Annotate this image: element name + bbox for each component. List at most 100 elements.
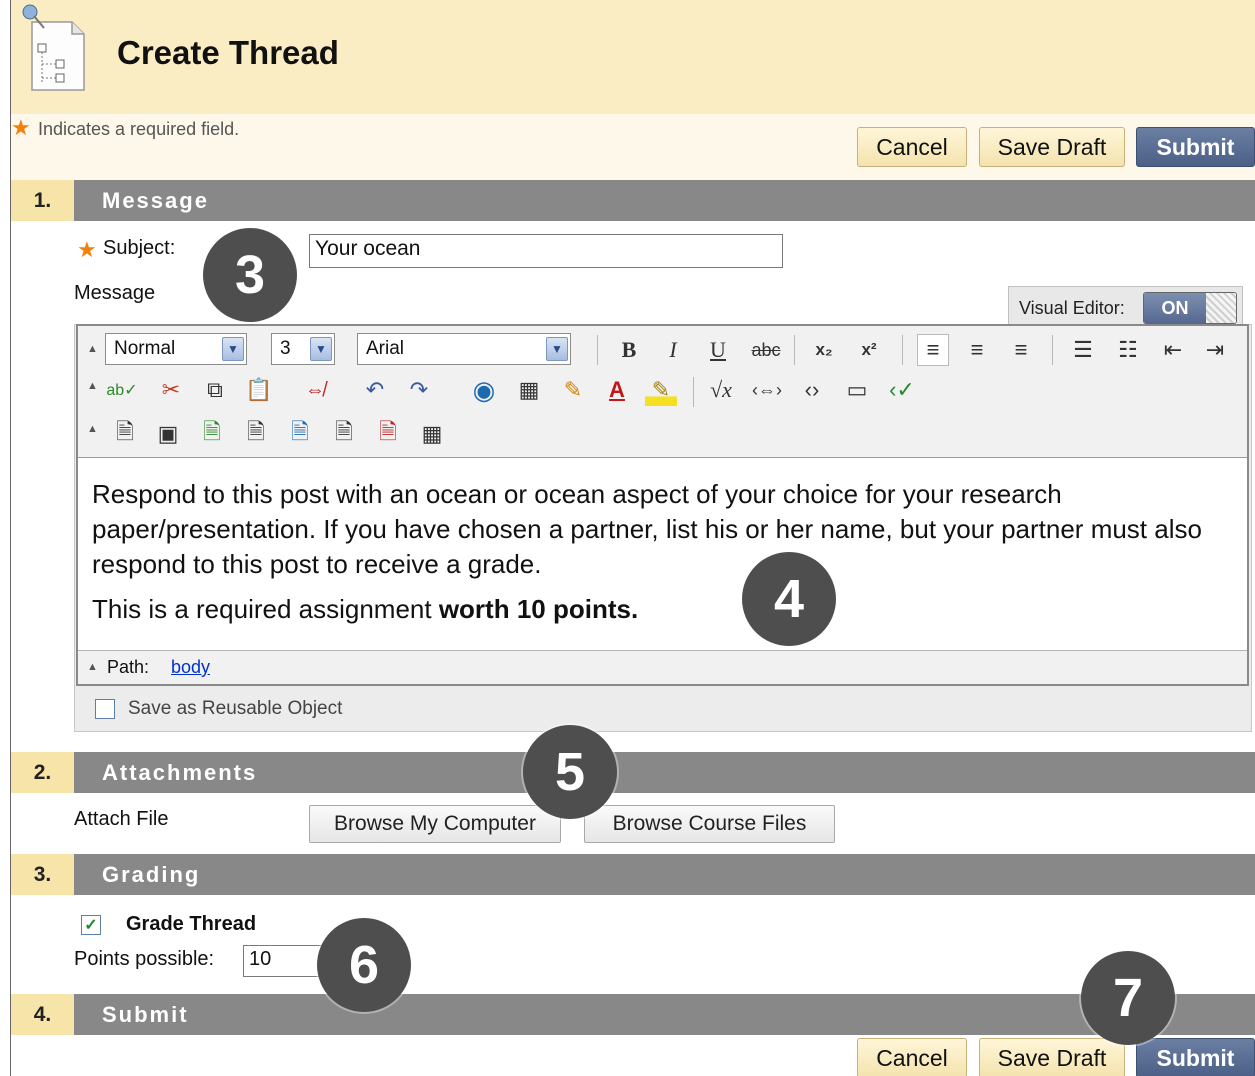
insert-audio-icon[interactable]: 🗎 — [328, 418, 360, 450]
format-select[interactable]: Normal ▼ — [105, 333, 247, 365]
editor-text: This is a required assignment — [92, 594, 439, 624]
strikethrough-button[interactable]: abc — [746, 334, 786, 366]
collapse-row3-icon[interactable]: ▲ — [87, 423, 98, 435]
indent-icon[interactable]: ⇥ — [1199, 334, 1231, 366]
subscript-button[interactable]: x₂ — [808, 334, 840, 366]
required-star-icon: ★ — [11, 115, 31, 140]
section-number-submit: 4. — [11, 994, 74, 1035]
visual-editor-off-stripe — [1206, 293, 1236, 323]
editor-paragraph: Respond to this post with an ocean or oc… — [92, 479, 1202, 579]
chevron-down-icon: ▼ — [310, 337, 332, 361]
outdent-icon[interactable]: ⇤ — [1157, 334, 1189, 366]
source-check-icon[interactable]: ‹✓ — [886, 374, 918, 406]
section-number-grading: 3. — [11, 854, 74, 895]
paste-icon[interactable]: 📋 — [243, 374, 275, 406]
grade-thread-checkbox[interactable]: ✓ — [81, 915, 101, 935]
font-family-select[interactable]: Arial ▼ — [357, 333, 571, 365]
align-center-icon[interactable]: ≡ — [961, 334, 993, 366]
toolbar-separator — [1052, 335, 1053, 365]
chevron-down-icon: ▼ — [222, 337, 244, 361]
align-left-icon[interactable]: ≡ — [917, 334, 949, 366]
reusable-object-label: Save as Reusable Object — [128, 698, 343, 719]
callout-marker-4: 4 — [742, 552, 836, 646]
grade-thread-label: Grade Thread — [126, 913, 257, 935]
equation-icon[interactable]: √x — [705, 374, 737, 406]
visual-editor-toggle[interactable]: ON — [1143, 292, 1237, 324]
font-family-value: Arial — [366, 338, 405, 359]
copy-icon[interactable]: ⧉ — [199, 374, 231, 406]
insert-document-icon[interactable]: 🗎 — [240, 418, 272, 450]
font-size-value: 3 — [280, 338, 291, 359]
toolbar-separator — [693, 377, 694, 407]
editor-bold-text: worth 10 points. — [438, 594, 639, 624]
format-value: Normal — [114, 338, 176, 359]
collapse-path-icon[interactable]: ▲ — [87, 661, 98, 673]
redo-icon[interactable]: ↷ — [403, 374, 435, 406]
callout-marker-3: 3 — [203, 228, 297, 322]
insert-image-icon[interactable]: ▣ — [152, 418, 184, 450]
bulleted-list-icon[interactable]: ☷ — [1112, 334, 1144, 366]
cancel-button-top[interactable]: Cancel — [857, 127, 967, 167]
font-size-select[interactable]: 3 ▼ — [271, 333, 335, 365]
visual-editor-label: Visual Editor: — [1019, 298, 1125, 318]
callout-marker-5: 5 — [523, 725, 617, 819]
save-draft-button-bottom[interactable]: Save Draft — [979, 1038, 1125, 1076]
table-icon[interactable]: ▦ — [513, 374, 545, 406]
save-draft-button-top[interactable]: Save Draft — [979, 127, 1125, 167]
subject-required-star-icon: ★ — [77, 237, 97, 262]
insert-flash-icon[interactable]: 🗎 — [372, 418, 404, 450]
italic-button[interactable]: I — [657, 334, 689, 366]
submit-button-top[interactable]: Submit — [1136, 127, 1255, 167]
link-globe-icon[interactable]: ◉ — [468, 374, 500, 406]
insert-file-icon[interactable]: 🗎 — [109, 418, 141, 450]
points-possible-label: Points possible: — [74, 948, 215, 970]
chevron-down-icon: ▼ — [546, 337, 568, 361]
document-pin-icon — [22, 4, 85, 91]
align-right-icon[interactable]: ≡ — [1005, 334, 1037, 366]
undo-icon[interactable]: ↶ — [359, 374, 391, 406]
path-label: Path: — [107, 657, 150, 677]
toolbar-separator — [794, 335, 795, 365]
points-possible-input[interactable]: 10 — [243, 945, 323, 977]
preview-window-icon[interactable]: ▭ — [841, 374, 873, 406]
submit-button-bottom[interactable]: Submit — [1136, 1038, 1255, 1076]
numbered-list-icon[interactable]: ☰ — [1067, 334, 1099, 366]
attach-file-label: Attach File — [74, 808, 169, 830]
unlink-icon[interactable]: ⇎ — [299, 374, 331, 406]
browse-my-computer-button[interactable]: Browse My Computer — [309, 805, 561, 843]
page-title: Create Thread — [117, 34, 339, 71]
subject-input[interactable]: Your ocean — [309, 234, 783, 268]
embed-icon[interactable]: ‹⇔› — [751, 374, 783, 406]
underline-button[interactable]: U — [702, 334, 734, 366]
section-header-submit: Submit — [74, 994, 1255, 1035]
path-link-body[interactable]: body — [171, 657, 210, 678]
html-code-icon[interactable]: ‹› — [796, 374, 828, 406]
spellcheck-icon[interactable]: ab✓ — [106, 374, 138, 406]
superscript-button[interactable]: x² — [853, 334, 885, 366]
visual-editor-on: ON — [1144, 293, 1206, 323]
collapse-row2-icon[interactable]: ▲ — [87, 380, 98, 392]
highlight-icon[interactable]: ✎ — [645, 374, 677, 406]
insert-mashup-icon[interactable]: ▦ — [416, 418, 448, 450]
callout-marker-7: 7 — [1081, 951, 1175, 1045]
bold-button[interactable]: B — [613, 334, 645, 366]
section-header-message: Message — [74, 180, 1255, 221]
toolbar-separator — [902, 335, 903, 365]
draw-pencil-icon[interactable]: ✎ — [557, 374, 589, 406]
callout-marker-6: 6 — [317, 918, 411, 1012]
section-header-attachments: Attachments — [74, 752, 1255, 793]
reusable-object-checkbox[interactable] — [95, 699, 115, 719]
section-number-attachments: 2. — [11, 752, 74, 793]
required-note: Indicates a required field. — [38, 119, 240, 139]
cancel-button-bottom[interactable]: Cancel — [857, 1038, 967, 1076]
editor-path-bar — [78, 650, 1247, 684]
font-color-icon[interactable]: A — [601, 374, 633, 406]
collapse-row1-icon[interactable]: ▲ — [87, 343, 98, 355]
toolbar-separator — [597, 335, 598, 365]
insert-quicktime-icon[interactable]: 🗎 — [284, 418, 316, 450]
browse-course-files-button[interactable]: Browse Course Files — [584, 805, 835, 843]
message-label: Message — [74, 282, 156, 304]
insert-media-icon[interactable]: 🗎 — [196, 418, 228, 450]
section-number-message: 1. — [11, 180, 74, 221]
cut-icon[interactable]: ✂ — [155, 374, 187, 406]
